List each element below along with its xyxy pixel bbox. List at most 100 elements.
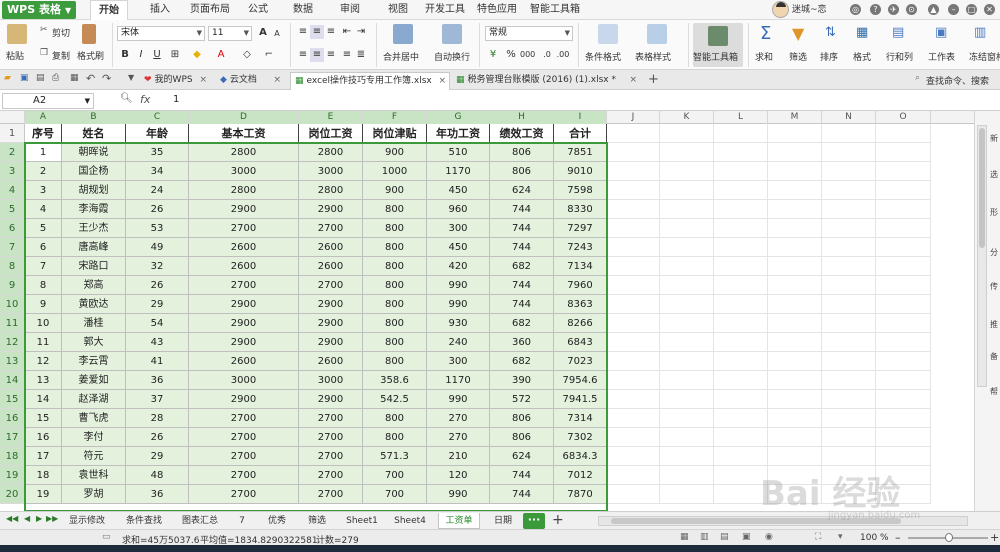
table-cell[interactable]: 800	[363, 200, 427, 219]
empty-cell[interactable]	[714, 219, 768, 238]
table-cell[interactable]: 7598	[554, 181, 607, 200]
table-cell[interactable]: 930	[427, 314, 490, 333]
column-title-cell[interactable]: 绩效工资	[490, 124, 554, 143]
shrink-font-icon[interactable]: A	[270, 27, 284, 41]
table-cell[interactable]: 800	[363, 409, 427, 428]
empty-cell[interactable]	[822, 200, 876, 219]
row-header[interactable]: 6	[0, 219, 25, 238]
empty-cell[interactable]	[876, 371, 931, 390]
copy-button[interactable]: 复制	[52, 49, 70, 62]
table-cell[interactable]: 赵泽湖	[62, 390, 126, 409]
align-right-icon[interactable]: ≡	[324, 48, 338, 62]
table-cell[interactable]: 2900	[189, 314, 299, 333]
table-cell[interactable]: 2800	[299, 181, 363, 200]
row-header[interactable]: 1	[0, 124, 25, 143]
increase-decimal-icon[interactable]: .0	[540, 48, 554, 62]
empty-cell[interactable]	[768, 390, 822, 409]
empty-cell[interactable]	[768, 143, 822, 162]
menu-tab[interactable]: 开始	[90, 0, 128, 21]
table-cell[interactable]: 744	[490, 485, 554, 504]
empty-cell[interactable]	[822, 276, 876, 295]
column-title-cell[interactable]: 序号	[25, 124, 62, 143]
conditional-format-icon[interactable]	[598, 24, 618, 44]
empty-cell[interactable]	[768, 333, 822, 352]
table-cell[interactable]: 210	[427, 447, 490, 466]
empty-cell[interactable]	[876, 238, 931, 257]
empty-cell[interactable]	[822, 143, 876, 162]
smart-toolbox-button[interactable]: 智能工具箱	[693, 50, 738, 63]
fill-color-icon[interactable]: ◆	[190, 48, 204, 62]
grow-font-icon[interactable]: A	[256, 26, 270, 40]
table-cell[interactable]: 990	[427, 485, 490, 504]
empty-cell[interactable]	[714, 485, 768, 504]
sort-button[interactable]: 排序	[820, 50, 838, 63]
column-header[interactable]: C	[126, 111, 189, 124]
empty-cell[interactable]	[660, 257, 714, 276]
redo-icon[interactable]: ↷	[102, 72, 111, 85]
eye-protect-icon[interactable]: ◉	[765, 532, 773, 542]
table-style-button[interactable]: 表格样式	[635, 50, 671, 63]
help-icon[interactable]: ?	[870, 4, 881, 15]
empty-cell[interactable]	[768, 238, 822, 257]
table-cell[interactable]: 900	[363, 143, 427, 162]
minimize-icon[interactable]: –	[948, 4, 959, 15]
column-header[interactable]: A	[25, 111, 62, 124]
empty-cell[interactable]	[660, 485, 714, 504]
empty-cell[interactable]	[660, 409, 714, 428]
menu-tab[interactable]: 页面布局	[188, 0, 232, 20]
table-cell[interactable]: 15	[25, 409, 62, 428]
table-cell[interactable]: 17	[25, 447, 62, 466]
column-header[interactable]: N	[822, 111, 876, 124]
sheet-tab[interactable]: 优秀	[260, 513, 294, 529]
table-cell[interactable]: 4	[25, 200, 62, 219]
table-cell[interactable]: 2700	[299, 219, 363, 238]
table-cell[interactable]: 36	[126, 371, 189, 390]
column-title-cell[interactable]: 年龄	[126, 124, 189, 143]
table-cell[interactable]: 806	[490, 143, 554, 162]
user-name[interactable]: 迷城~恋	[792, 0, 827, 20]
table-cell[interactable]: 9	[25, 295, 62, 314]
format-button[interactable]: 格式	[853, 50, 871, 63]
sum-button[interactable]: 求和	[755, 50, 773, 63]
empty-cell[interactable]	[822, 390, 876, 409]
table-cell[interactable]: 270	[427, 428, 490, 447]
empty-cell[interactable]	[607, 257, 660, 276]
table-cell[interactable]: 240	[427, 333, 490, 352]
empty-cell[interactable]	[822, 181, 876, 200]
arrange-icon[interactable]: ⊙	[906, 4, 917, 15]
row-header[interactable]: 2	[0, 143, 25, 162]
empty-cell[interactable]	[660, 466, 714, 485]
format-painter-icon[interactable]	[82, 24, 96, 44]
table-cell[interactable]: 9010	[554, 162, 607, 181]
empty-cell[interactable]	[822, 485, 876, 504]
worksheet-button[interactable]: 工作表	[928, 50, 955, 63]
column-header[interactable]: L	[714, 111, 768, 124]
decrease-decimal-icon[interactable]: .00	[556, 48, 570, 62]
empty-cell[interactable]	[822, 314, 876, 333]
zoom-in-button[interactable]: +	[990, 531, 999, 544]
table-cell[interactable]: 胡规划	[62, 181, 126, 200]
table-cell[interactable]: 2700	[189, 466, 299, 485]
table-cell[interactable]: 2900	[299, 314, 363, 333]
empty-cell[interactable]	[660, 219, 714, 238]
table-cell[interactable]: 7314	[554, 409, 607, 428]
row-header[interactable]: 13	[0, 352, 25, 371]
empty-cell[interactable]	[822, 162, 876, 181]
empty-cell[interactable]	[822, 295, 876, 314]
empty-cell[interactable]	[768, 181, 822, 200]
row-header[interactable]: 18	[0, 447, 25, 466]
page-break-icon[interactable]: ▤	[720, 532, 729, 542]
table-cell[interactable]: 800	[363, 276, 427, 295]
table-cell[interactable]: 7023	[554, 352, 607, 371]
vertical-scrollbar[interactable]	[977, 125, 987, 387]
table-cell[interactable]: 2900	[189, 295, 299, 314]
chevron-down-icon[interactable]: ▼	[128, 73, 134, 82]
align-bottom-icon[interactable]: ≡	[324, 25, 338, 39]
table-cell[interactable]: 2	[25, 162, 62, 181]
empty-cell[interactable]	[607, 314, 660, 333]
empty-cell[interactable]	[876, 409, 931, 428]
empty-cell[interactable]	[714, 466, 768, 485]
font-settings-icon[interactable]: ⌐	[262, 48, 276, 62]
empty-cell[interactable]	[768, 162, 822, 181]
empty-cell[interactable]	[660, 390, 714, 409]
